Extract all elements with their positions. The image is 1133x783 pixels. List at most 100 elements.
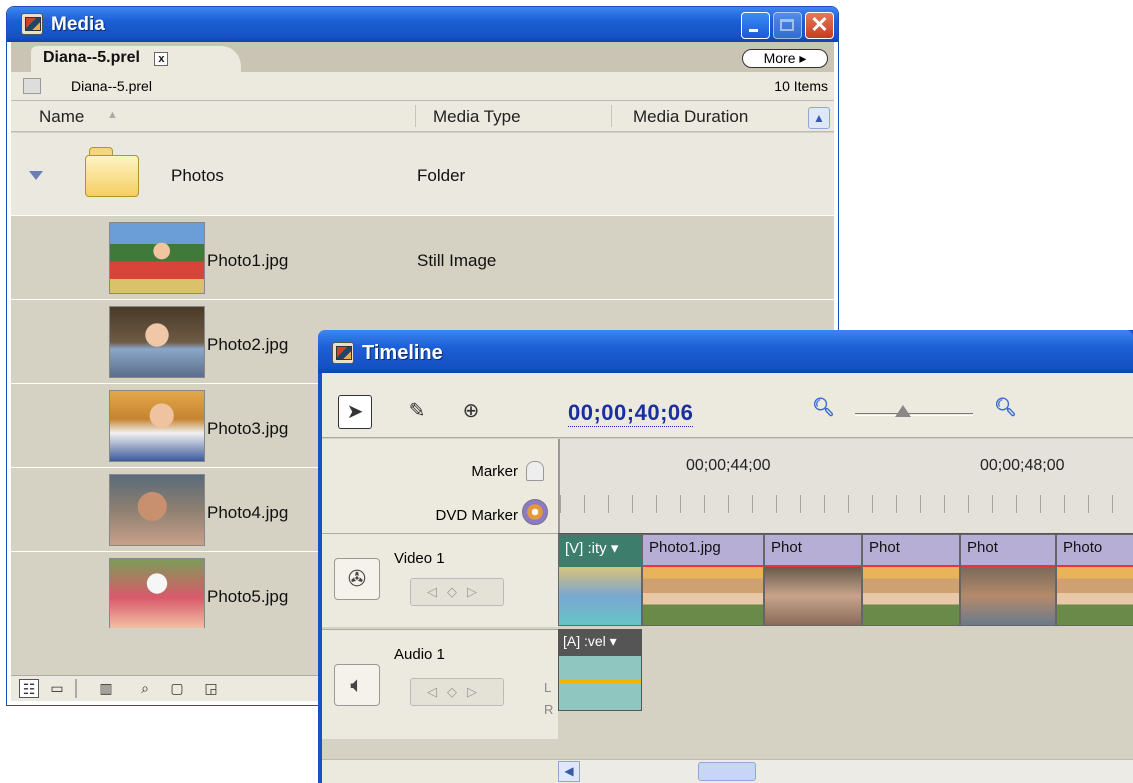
timeline-title: Timeline: [362, 342, 443, 364]
clip-thumbnail: [559, 567, 641, 625]
tab-project[interactable]: Diana--5.prel x: [31, 46, 241, 72]
current-path: Diana--5.prel: [71, 78, 152, 94]
tab-label: Diana--5.prel: [43, 49, 140, 66]
minimize-icon: [749, 29, 758, 32]
item-type: Folder: [417, 166, 466, 185]
selection-tool-icon[interactable]: ➤: [338, 395, 372, 429]
more-button[interactable]: More ▸: [742, 49, 828, 68]
expand-triangle-icon[interactable]: [29, 171, 43, 180]
clip-label: [V] :ity ▾: [559, 535, 641, 567]
item-name: Photos: [171, 166, 224, 185]
timeline-panel: ➤ ✎ ⊕ 00;00;40;06 🔍︎ 🔍︎ Marker DVD Marke…: [322, 373, 1133, 783]
video-clip[interactable]: Phot: [764, 534, 862, 626]
current-timecode[interactable]: 00;00;40;06: [568, 400, 694, 427]
video-clip[interactable]: Photo1.jpg: [642, 534, 764, 626]
time-ruler[interactable]: 00;00;44;00 00;00;48;00: [558, 439, 1133, 535]
zoom-slider[interactable]: [855, 413, 973, 416]
item-name: Photo5.jpg: [207, 587, 289, 606]
item-name: Photo3.jpg: [207, 419, 289, 438]
clip-thumbnail: [643, 567, 763, 625]
col-divider[interactable]: [611, 105, 612, 127]
right-channel-label: R: [544, 702, 554, 717]
video-clip[interactable]: Photo: [1056, 534, 1133, 626]
speaker-icon[interactable]: 🔈︎: [334, 664, 380, 706]
col-divider[interactable]: [415, 105, 416, 127]
find-icon[interactable]: ⌕: [135, 679, 155, 698]
clip-label: [A] :vel ▾: [559, 630, 641, 656]
timeline-toolbar: ➤ ✎ ⊕ 00;00;40;06 🔍︎ 🔍︎: [322, 373, 1133, 438]
audio-clip[interactable]: [A] :vel ▾: [558, 629, 642, 711]
razor-tool-icon[interactable]: ✎: [400, 395, 434, 429]
close-icon: ✕: [810, 12, 829, 37]
photo-thumbnail: [109, 558, 205, 628]
timeline-titlebar[interactable]: Timeline: [318, 330, 1133, 373]
dvd-marker-icon[interactable]: [522, 499, 548, 525]
item-name: Photo1.jpg: [207, 251, 289, 270]
path-bar: Diana--5.prel 10 Items: [11, 72, 834, 100]
scroll-left-button[interactable]: ◀: [558, 761, 580, 782]
photo-thumbnail: [109, 390, 205, 462]
photo-thumbnail: [109, 222, 205, 294]
left-channel-label: L: [544, 680, 552, 695]
tab-close-icon[interactable]: x: [154, 52, 169, 66]
close-button[interactable]: ✕: [805, 12, 834, 39]
clip-label: Phot: [765, 535, 861, 567]
column-header: Name ▲ Media Type Media Duration ▲: [11, 100, 834, 132]
keyframe-nav[interactable]: ◁◇▷: [410, 578, 504, 606]
video-track-header: ✇ Video 1 ◁◇▷: [322, 533, 558, 627]
zoom-in-icon[interactable]: 🔍︎: [994, 397, 1017, 418]
maximize-icon: [780, 19, 794, 31]
folder-icon: [85, 147, 139, 197]
item-type: Still Image: [417, 251, 497, 270]
list-item[interactable]: Photo1.jpg Still Image: [11, 216, 834, 300]
marker-icon[interactable]: [526, 461, 544, 481]
col-name[interactable]: Name: [39, 107, 84, 127]
media-title: Media: [51, 14, 105, 35]
volume-rubberband[interactable]: [559, 680, 641, 683]
list-item[interactable]: Photos Folder: [11, 133, 834, 216]
horizontal-scrollbar[interactable]: ◀: [558, 759, 1133, 783]
timeline-window: Timeline ➤ ✎ ⊕ 00;00;40;06 🔍︎ 🔍︎ Marker …: [318, 330, 1133, 783]
video-clip[interactable]: Phot: [960, 534, 1056, 626]
audio-track: [A] :vel ▾: [558, 629, 1133, 731]
col-media-duration[interactable]: Media Duration: [633, 107, 748, 127]
clip-thumbnail: [765, 567, 861, 625]
clip-thumbnail: [961, 567, 1055, 625]
storyboard-icon[interactable]: ▥: [91, 679, 121, 698]
new-item-icon[interactable]: ◲: [201, 679, 221, 698]
new-folder-icon[interactable]: ▢: [167, 679, 187, 698]
maximize-button[interactable]: [773, 12, 802, 39]
zoom-out-icon[interactable]: 🔍︎: [812, 397, 835, 418]
ruler-time: 00;00;44;00: [686, 457, 771, 474]
scroll-up-button[interactable]: ▲: [808, 107, 830, 129]
video-track: [V] :ity ▾ Photo1.jpg Phot Phot Phot Pho…: [558, 533, 1133, 626]
col-media-type[interactable]: Media Type: [433, 107, 521, 127]
keyframe-nav[interactable]: ◁◇▷: [410, 678, 504, 706]
photo-thumbnail: [109, 306, 205, 378]
clip-label: Photo1.jpg: [643, 535, 763, 567]
tab-bar: Diana--5.prel x More ▸: [11, 42, 834, 72]
video-clip[interactable]: [V] :ity ▾: [558, 534, 642, 626]
icon-view-icon[interactable]: ▭: [47, 679, 67, 698]
dvd-marker-label: DVD Marker: [435, 507, 518, 524]
sort-asc-icon: ▲: [107, 109, 118, 121]
clip-thumbnail: [1057, 567, 1133, 625]
clip-thumbnail: [863, 567, 959, 625]
ruler-ticks: [560, 495, 1133, 513]
item-name: Photo2.jpg: [207, 335, 289, 354]
scroll-thumb[interactable]: [698, 762, 756, 781]
zoom-slider-thumb[interactable]: [895, 405, 911, 417]
folder-up-icon[interactable]: [23, 78, 41, 94]
time-stretch-tool-icon[interactable]: ⊕: [454, 395, 488, 429]
minimize-button[interactable]: [741, 12, 770, 39]
audio-track-name: Audio 1: [394, 646, 445, 663]
video-clip[interactable]: Phot: [862, 534, 960, 626]
media-titlebar[interactable]: Media ✕: [7, 7, 838, 42]
audio-track-header: 🔈︎ Audio 1 ◁◇▷ L R: [322, 629, 558, 739]
marker-header: Marker DVD Marker: [322, 439, 558, 535]
item-count: 10 Items: [774, 78, 828, 94]
clip-label: Photo: [1057, 535, 1133, 567]
toolbar-divider: [75, 679, 77, 698]
film-reel-icon[interactable]: ✇: [334, 558, 380, 600]
list-view-icon[interactable]: ☷: [19, 679, 39, 698]
